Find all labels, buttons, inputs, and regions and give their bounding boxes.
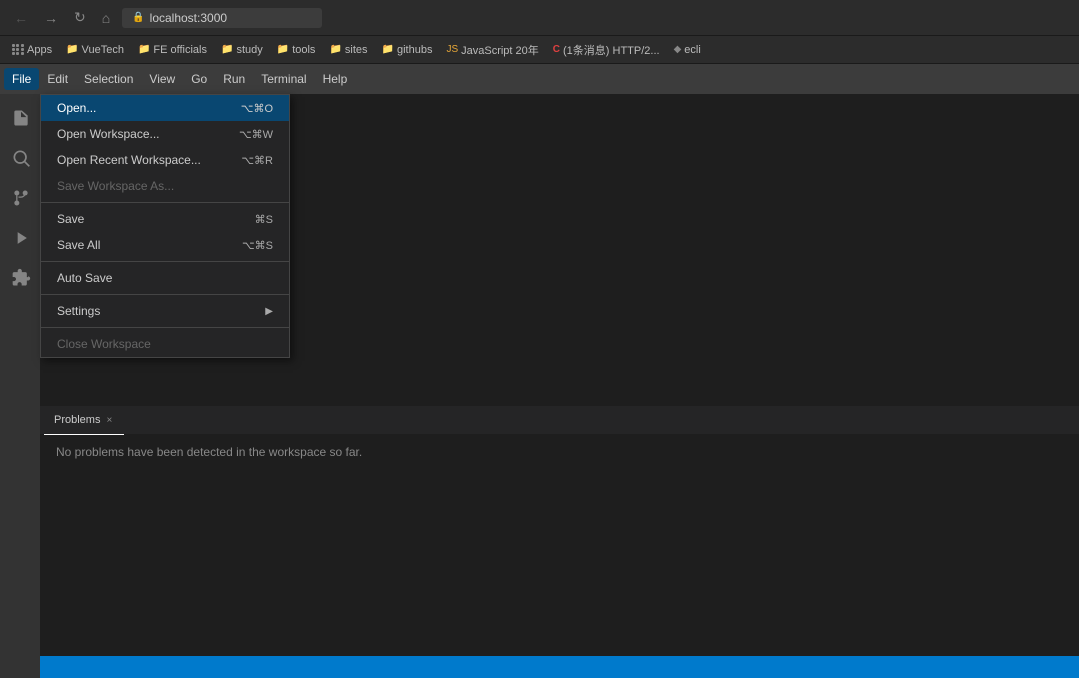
menu-item-settings-label: Settings bbox=[57, 304, 265, 318]
menu-item-close-workspace-label: Close Workspace bbox=[57, 337, 273, 351]
folder-icon: 📁 bbox=[382, 44, 394, 55]
problems-message: No problems have been detected in the wo… bbox=[56, 445, 362, 459]
search-icon[interactable] bbox=[2, 140, 38, 176]
settings-arrow-icon: ▶ bbox=[265, 306, 273, 317]
apps-icon bbox=[12, 44, 24, 56]
folder-icon: 📁 bbox=[221, 44, 233, 55]
menu-item-open-recent-workspace[interactable]: Open Recent Workspace... ⌥⌘R bbox=[41, 147, 289, 173]
menu-item-open-recent-workspace-shortcut: ⌥⌘R bbox=[241, 154, 273, 167]
tab-problems-label: Problems bbox=[54, 414, 100, 426]
browser-chrome: ← → ↻ ⌂ 🔒 localhost:3000 bbox=[0, 0, 1079, 36]
bookmark-githubs[interactable]: 📁 githubs bbox=[376, 42, 439, 58]
apps-label: Apps bbox=[27, 44, 52, 56]
menu-item-auto-save[interactable]: Auto Save bbox=[41, 265, 289, 291]
dropdown-separator-3 bbox=[41, 294, 289, 295]
menu-selection[interactable]: Selection bbox=[76, 68, 141, 90]
bookmark-sites[interactable]: 📁 sites bbox=[323, 42, 373, 58]
bookmark-label: study bbox=[236, 44, 262, 56]
menu-item-settings[interactable]: Settings ▶ bbox=[41, 298, 289, 324]
bookmark-label: tools bbox=[292, 44, 315, 56]
menu-item-save[interactable]: Save ⌘S bbox=[41, 206, 289, 232]
folder-icon: 📁 bbox=[277, 44, 289, 55]
bookmark-vuetech[interactable]: 📁 VueTech bbox=[60, 42, 130, 58]
menu-help[interactable]: Help bbox=[315, 68, 356, 90]
bookmark-label: VueTech bbox=[82, 44, 124, 56]
bookmark-fe-officials[interactable]: 📁 FE officials bbox=[132, 42, 213, 58]
menu-file[interactable]: File bbox=[4, 68, 39, 90]
refresh-button[interactable]: ↻ bbox=[70, 7, 90, 28]
dropdown-separator-4 bbox=[41, 327, 289, 328]
menu-item-save-label: Save bbox=[57, 212, 235, 226]
run-icon[interactable] bbox=[2, 220, 38, 256]
bookmark-tools[interactable]: 📁 tools bbox=[271, 42, 322, 58]
folder-icon: 📁 bbox=[329, 44, 341, 55]
bookmark-label: JavaScript 20年 bbox=[461, 42, 539, 58]
vscode-container: File Edit Selection View Go Run Terminal… bbox=[0, 64, 1079, 678]
menu-item-open[interactable]: Open... ⌥⌘O bbox=[41, 95, 289, 121]
explorer-icon[interactable] bbox=[2, 100, 38, 136]
bookmark-http[interactable]: C (1条消息) HTTP/2... bbox=[547, 40, 666, 60]
bookmark-label: ecli bbox=[684, 44, 701, 56]
dropdown-separator-2 bbox=[41, 261, 289, 262]
menu-item-open-shortcut: ⌥⌘O bbox=[241, 102, 273, 115]
forward-button[interactable]: → bbox=[40, 8, 62, 28]
menu-item-save-all[interactable]: Save All ⌥⌘S bbox=[41, 232, 289, 258]
menu-item-open-workspace-shortcut: ⌥⌘W bbox=[239, 128, 273, 141]
dropdown-separator-1 bbox=[41, 202, 289, 203]
menu-item-save-shortcut: ⌘S bbox=[255, 213, 273, 226]
bookmark-label: sites bbox=[345, 44, 368, 56]
bookmark-ecli[interactable]: ◆ ecli bbox=[668, 42, 707, 58]
bookmark-label: githubs bbox=[397, 44, 432, 56]
menu-item-open-workspace[interactable]: Open Workspace... ⌥⌘W bbox=[41, 121, 289, 147]
menu-go[interactable]: Go bbox=[183, 68, 215, 90]
menu-item-open-label: Open... bbox=[57, 101, 221, 115]
tab-problems[interactable]: Problems × bbox=[44, 407, 124, 435]
panel: Problems × No problems have been detecte… bbox=[40, 406, 1079, 656]
url-text: localhost:3000 bbox=[150, 11, 227, 25]
menu-item-close-workspace: Close Workspace bbox=[41, 331, 289, 357]
panel-content: No problems have been detected in the wo… bbox=[40, 435, 1079, 656]
back-button[interactable]: ← bbox=[10, 8, 32, 28]
bookmark-js[interactable]: JS JavaScript 20年 bbox=[440, 40, 544, 60]
menu-item-save-all-shortcut: ⌥⌘S bbox=[242, 239, 273, 252]
menu-item-save-workspace-as-label: Save Workspace As... bbox=[57, 179, 273, 193]
file-dropdown-menu: Open... ⌥⌘O Open Workspace... ⌥⌘W Open R… bbox=[40, 94, 290, 358]
status-bar bbox=[40, 656, 1079, 678]
lock-icon: 🔒 bbox=[132, 12, 144, 23]
folder-icon: 📁 bbox=[138, 44, 150, 55]
bookmark-label: FE officials bbox=[153, 44, 207, 56]
apps-bookmark[interactable]: Apps bbox=[6, 42, 58, 58]
menu-item-save-all-label: Save All bbox=[57, 238, 222, 252]
activity-bar bbox=[0, 94, 40, 678]
menu-terminal[interactable]: Terminal bbox=[253, 68, 314, 90]
bookmark-icon: ◆ bbox=[674, 44, 682, 55]
address-bar[interactable]: 🔒 localhost:3000 bbox=[122, 8, 322, 28]
bookmark-label: (1条消息) HTTP/2... bbox=[563, 42, 660, 58]
extensions-icon[interactable] bbox=[2, 260, 38, 296]
tab-problems-close[interactable]: × bbox=[104, 414, 114, 427]
menu-run[interactable]: Run bbox=[215, 68, 253, 90]
menu-view[interactable]: View bbox=[141, 68, 183, 90]
menu-item-open-workspace-label: Open Workspace... bbox=[57, 127, 219, 141]
menu-item-auto-save-label: Auto Save bbox=[57, 271, 273, 285]
bookmarks-bar: Apps 📁 VueTech 📁 FE officials 📁 study 📁 … bbox=[0, 36, 1079, 64]
panel-tabs: Problems × bbox=[40, 407, 1079, 435]
menu-edit[interactable]: Edit bbox=[39, 68, 76, 90]
menu-item-save-workspace-as: Save Workspace As... bbox=[41, 173, 289, 199]
menu-bar: File Edit Selection View Go Run Terminal… bbox=[0, 64, 1079, 94]
home-button[interactable]: ⌂ bbox=[98, 8, 114, 28]
bookmark-study[interactable]: 📁 study bbox=[215, 42, 269, 58]
menu-item-open-recent-workspace-label: Open Recent Workspace... bbox=[57, 153, 221, 167]
bookmark-icon: JS bbox=[446, 44, 458, 55]
bookmark-icon: C bbox=[553, 44, 560, 55]
folder-icon: 📁 bbox=[66, 44, 78, 55]
source-control-icon[interactable] bbox=[2, 180, 38, 216]
